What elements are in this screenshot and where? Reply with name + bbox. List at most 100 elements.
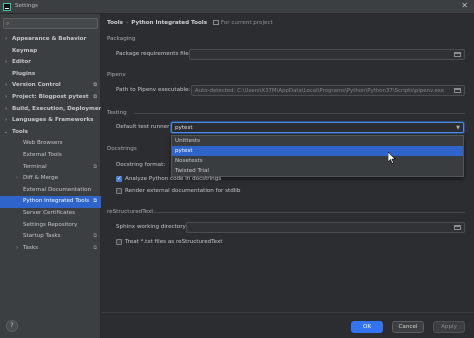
sidebar-item-project-blogpost-pytest[interactable]: › Project: Blogpost pytest ⧉ <box>0 92 101 104</box>
browse-folder-icon[interactable] <box>454 88 461 93</box>
breadcrumb-separator: › <box>126 20 129 26</box>
sphinx-working-directory-label: Sphinx working directory: <box>116 224 188 230</box>
sidebar-item-label: Editor <box>12 59 32 66</box>
sidebar-item-external-documentation[interactable]: External Documentation <box>0 185 101 197</box>
chevron-right-icon[interactable]: › <box>3 34 9 46</box>
sidebar-item-keymap[interactable]: Keymap <box>0 46 101 58</box>
sidebar-item-build-execution-deployment[interactable]: › Build, Execution, Deployment <box>0 104 101 116</box>
pipenv-section-title: Pipenv <box>107 72 126 78</box>
pipenv-path-input[interactable] <box>192 86 464 95</box>
chevron-right-icon[interactable]: › <box>3 115 9 127</box>
sidebar-item-label: External Documentation <box>23 186 92 193</box>
settings-search-input[interactable] <box>14 20 96 28</box>
sidebar-item-terminal[interactable]: Terminal ⧉ <box>0 162 101 174</box>
chevron-right-icon[interactable]: › <box>3 80 9 92</box>
settings-content: Tools › Python Integrated Tools For curren… <box>102 14 474 338</box>
apply-button[interactable]: Apply <box>433 321 465 333</box>
title-bar: Settings ✕ <box>0 0 474 14</box>
checkbox-unchecked-icon[interactable] <box>116 239 122 245</box>
footer-divider <box>102 312 474 313</box>
packaging-section-title: Packaging <box>107 36 136 42</box>
project-scope-icon: ⧉ <box>93 233 97 240</box>
sidebar-item-label: Terminal <box>23 163 47 170</box>
sidebar-item-label: Server Certificates <box>23 209 76 216</box>
sidebar-item-appearance-behavior[interactable]: › Appearance & Behavior <box>0 34 101 46</box>
sidebar-item-version-control[interactable]: › Version Control ⧉ <box>0 80 101 92</box>
sidebar-item-tools[interactable]: ⌄ Tools <box>0 127 101 139</box>
sidebar-item-server-certificates[interactable]: Server Certificates <box>0 208 101 220</box>
close-icon[interactable]: ✕ <box>461 1 468 10</box>
sidebar-item-plugins[interactable]: Plugins <box>0 69 101 81</box>
cancel-button[interactable]: Cancel <box>392 321 424 333</box>
sidebar-item-label: Startup Tasks <box>23 233 61 240</box>
chevron-down-icon[interactable]: ⌄ <box>3 127 9 139</box>
sidebar-item-label: Tasks <box>23 244 38 251</box>
sidebar-item-label: Build, Execution, Deployment <box>12 105 101 112</box>
pipenv-path-field[interactable] <box>191 85 465 96</box>
sidebar-item-web-browsers[interactable]: Web Browsers <box>0 138 101 150</box>
sidebar-item-label: Languages & Frameworks <box>12 117 94 124</box>
chevron-right-icon[interactable]: › <box>14 173 20 185</box>
test-runner-option[interactable]: pytest <box>172 146 463 156</box>
search-icon: ⌕ <box>6 20 10 27</box>
default-test-runner-combo[interactable]: pytest ▼ <box>171 122 464 133</box>
sidebar-item-editor[interactable]: › Editor <box>0 57 101 69</box>
treat-txt-as-rst-label: Treat *.txt files as reStructuredText <box>125 239 223 245</box>
sidebar-item-python-integrated-tools[interactable]: Python Integrated Tools ⧉ <box>0 196 101 208</box>
project-scope-icon: ⧉ <box>93 93 97 100</box>
sidebar-item-languages-frameworks[interactable]: › Languages & Frameworks <box>0 115 101 127</box>
sidebar-item-label: Plugins <box>12 70 36 77</box>
package-requirements-label: Package requirements file: <box>116 51 191 57</box>
breadcrumb-tools: Tools <box>107 20 124 26</box>
package-requirements-field[interactable] <box>189 49 465 60</box>
default-test-runner-value: pytest <box>175 125 193 131</box>
settings-sidebar: ⌕ › Appearance & Behavior Keymap › Editor Plu… <box>0 14 101 338</box>
project-scope-icon: ⧉ <box>93 163 97 170</box>
section-divider <box>134 113 465 114</box>
sphinx-working-directory-field[interactable] <box>186 222 465 233</box>
project-scope-icon: ⧉ <box>93 82 97 89</box>
sidebar-item-label: Tools <box>12 128 29 135</box>
breadcrumb-python-integrated-tools: Python Integrated Tools <box>131 20 208 26</box>
sidebar-item-settings-repository[interactable]: Settings Repository <box>0 220 101 232</box>
project-scope-label: For current project <box>220 20 273 26</box>
sidebar-item-label: Keymap <box>12 47 38 54</box>
default-test-runner-label: Default test runner: <box>116 124 172 130</box>
sidebar-item-label: Appearance & Behavior <box>12 36 87 42</box>
window-title: Settings <box>15 3 38 9</box>
checkbox-checked-icon[interactable] <box>116 174 122 184</box>
section-divider <box>154 212 465 213</box>
sphinx-working-directory-input[interactable] <box>187 223 464 232</box>
ok-button[interactable]: OK <box>351 321 383 333</box>
mouse-cursor-icon <box>388 152 396 164</box>
test-runner-option[interactable]: Unittests <box>172 136 463 146</box>
project-scope-icon: ⧉ <box>93 244 97 251</box>
sidebar-item-tasks[interactable]: › Tasks ⧉ <box>0 243 101 255</box>
settings-search-box[interactable]: ⌕ <box>3 18 98 29</box>
sidebar-item-startup-tasks[interactable]: Startup Tasks ⧉ <box>0 231 101 243</box>
sidebar-item-label: Web Browsers <box>23 140 63 147</box>
checkbox-unchecked-icon[interactable] <box>116 188 122 194</box>
testing-section-title: Testing <box>107 110 127 116</box>
chevron-down-icon: ▼ <box>456 125 460 131</box>
sidebar-item-label: Version Control <box>12 82 61 89</box>
test-runner-option[interactable]: Nosetests <box>172 156 463 166</box>
chevron-right-icon[interactable]: › <box>3 92 9 104</box>
settings-tree: › Appearance & Behavior Keymap › Editor Plugi… <box>0 34 101 254</box>
chevron-right-icon[interactable]: › <box>3 104 9 116</box>
sidebar-item-label: External Tools <box>23 151 62 158</box>
sidebar-item-label: Settings Repository <box>23 221 78 228</box>
chevron-right-icon[interactable]: › <box>3 57 9 69</box>
sidebar-item-diff-merge[interactable]: › Diff & Merge <box>0 173 101 185</box>
sidebar-item-external-tools[interactable]: External Tools <box>0 150 101 162</box>
project-scope-icon: ⧉ <box>93 198 97 205</box>
restructuredtext-section-title: reStructuredText <box>107 209 154 215</box>
browse-folder-icon[interactable] <box>454 225 461 230</box>
pipenv-path-label: Path to Pipenv executable: <box>116 87 191 93</box>
help-button[interactable]: ? <box>6 320 18 332</box>
browse-folder-icon[interactable] <box>454 52 461 57</box>
docstring-format-label: Docstring format: <box>116 162 166 168</box>
chevron-right-icon[interactable]: › <box>14 243 20 255</box>
breadcrumb: Tools › Python Integrated Tools For curren… <box>107 18 273 28</box>
package-requirements-input[interactable] <box>190 50 464 59</box>
